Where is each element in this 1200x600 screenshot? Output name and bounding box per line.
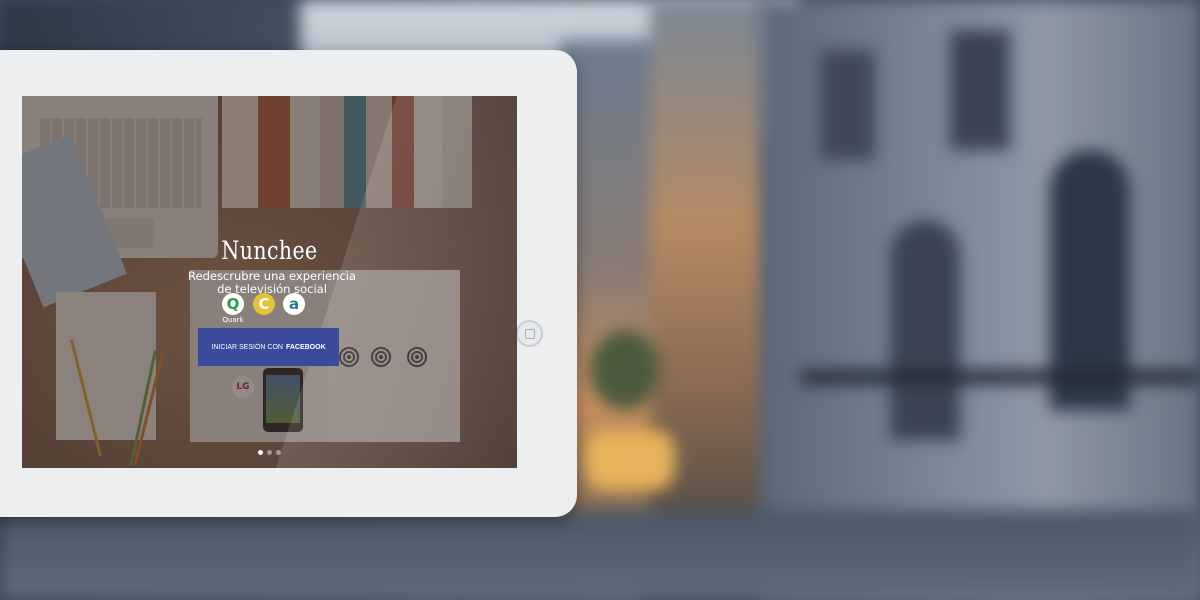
brand-quark: Q Quark bbox=[222, 293, 244, 324]
facebook-login-button[interactable]: INICIAR SESIÓN CON FACEBOOK bbox=[198, 328, 339, 366]
login-button-provider: FACEBOOK bbox=[285, 343, 326, 351]
app-screen: LG Nunchee Redescrubre una experiencia d… bbox=[22, 96, 517, 468]
a-logo-icon: a bbox=[283, 293, 305, 315]
home-button[interactable] bbox=[516, 320, 543, 347]
carousel-dot[interactable] bbox=[267, 450, 272, 455]
brand-name: Quark bbox=[222, 316, 244, 324]
app-logo: Nunchee bbox=[221, 236, 318, 265]
carousel-dot[interactable] bbox=[276, 450, 281, 455]
brand-a: a bbox=[283, 293, 305, 315]
carousel-pagination bbox=[258, 450, 281, 455]
home-button-icon bbox=[524, 328, 535, 339]
login-button-prefix: INICIAR SESIÓN CON bbox=[211, 343, 283, 351]
carousel-dot[interactable] bbox=[258, 450, 263, 455]
c-logo-icon: C bbox=[253, 293, 275, 315]
brand-c: C bbox=[253, 293, 275, 315]
quark-icon: Q bbox=[222, 293, 244, 315]
